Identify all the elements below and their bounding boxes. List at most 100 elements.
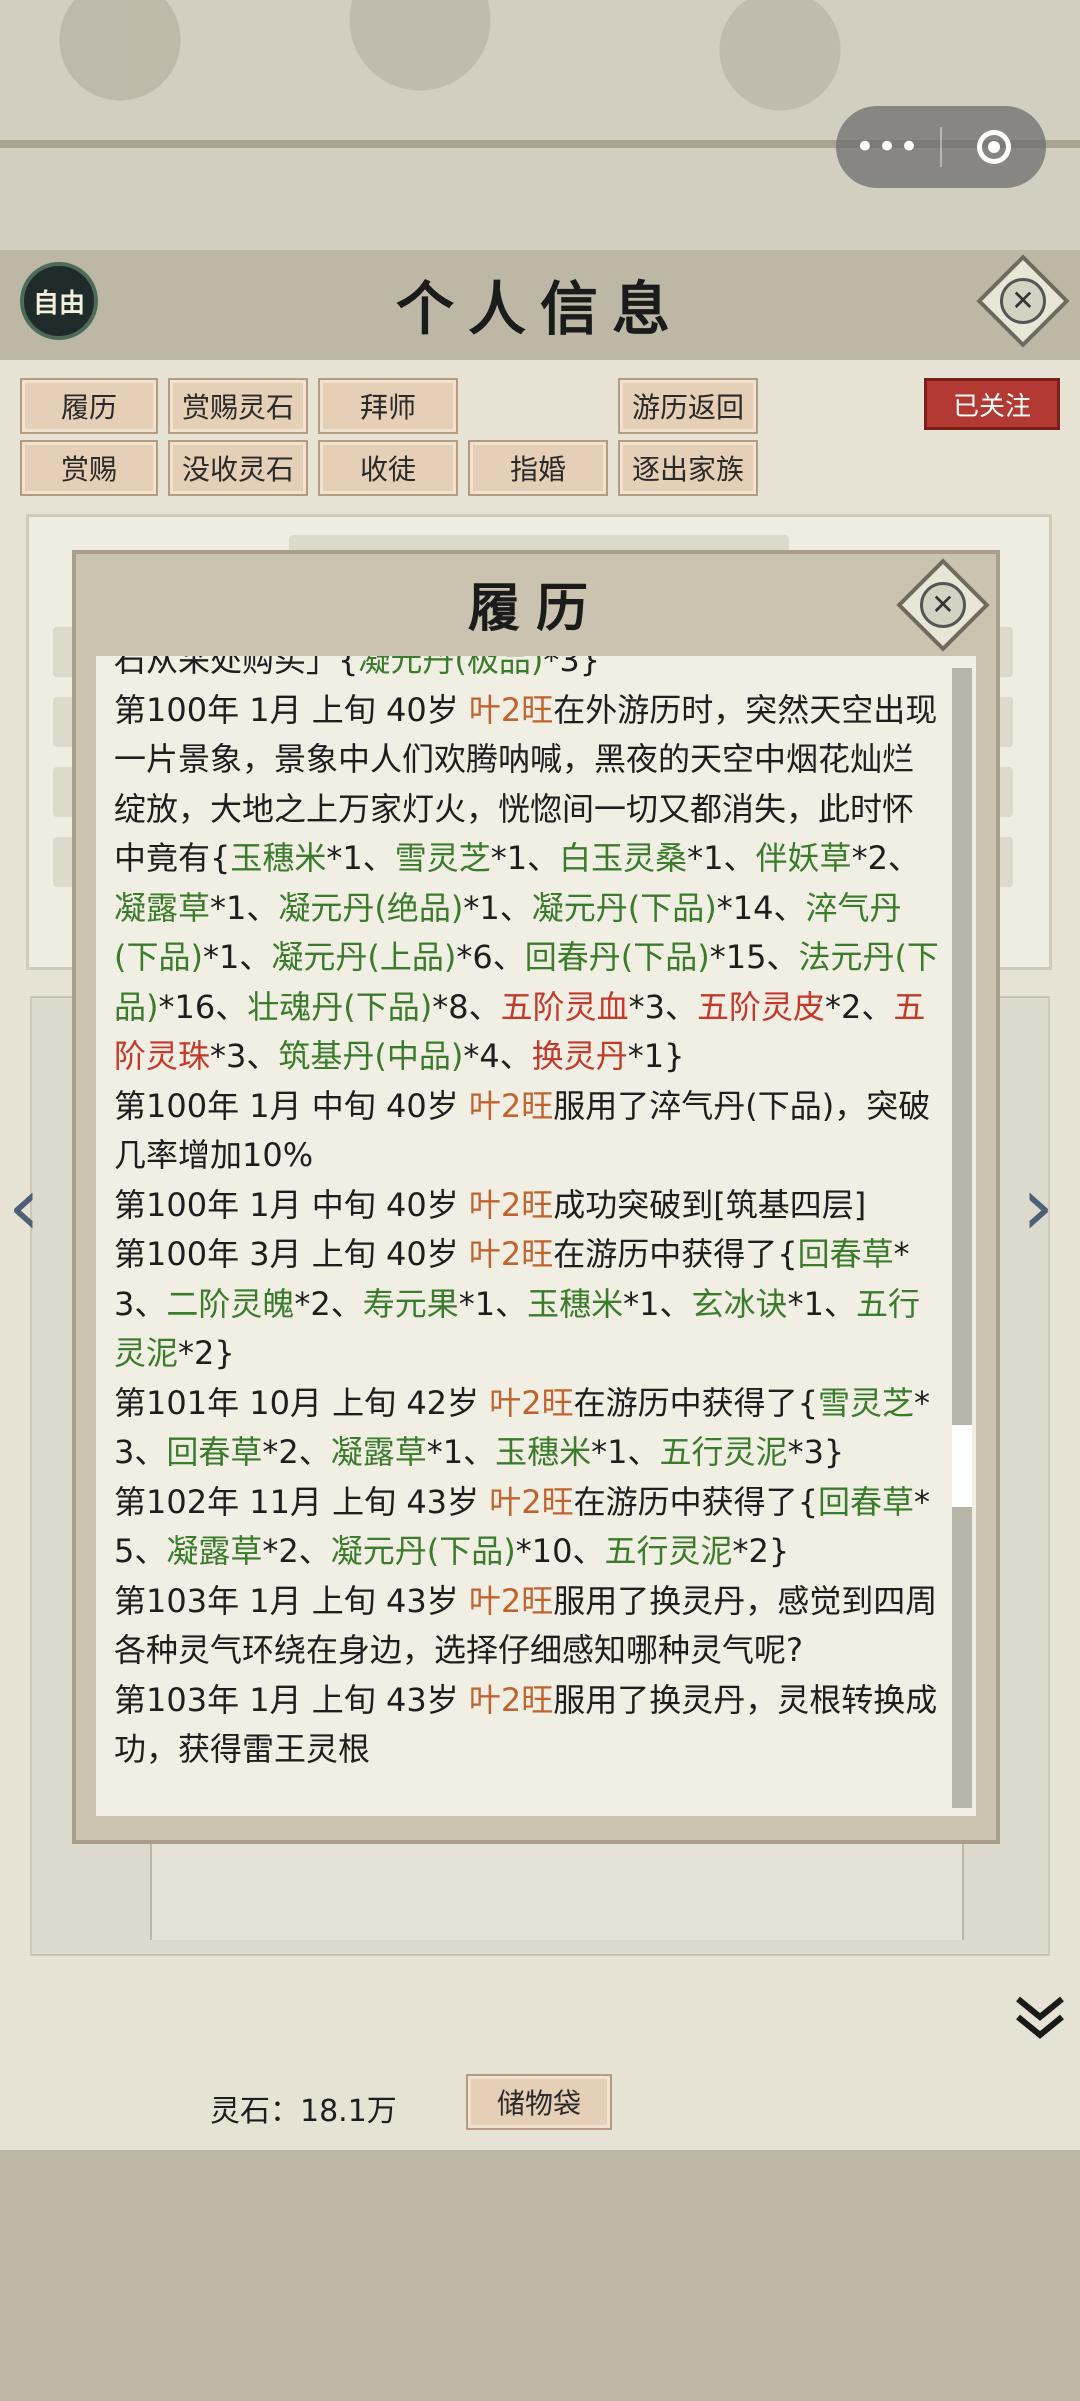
entry-text: *8、	[432, 987, 501, 1026]
item-name: 寿元果	[362, 1284, 459, 1323]
entry-text: 第102年 11月 上旬 43岁	[114, 1482, 490, 1521]
history-entry: 第101年 10月 上旬 42岁 叶2旺在游历中获得了{雪灵芝*3、回春草*2、…	[114, 1379, 940, 1478]
return-travel-button[interactable]: 游历返回	[618, 378, 758, 434]
close-icon: ✕	[1000, 278, 1046, 324]
item-name: 伴妖草	[755, 839, 852, 877]
entry-text: 第100年 3月 上旬 40岁	[114, 1235, 469, 1273]
entry-text: *1、	[687, 839, 756, 877]
entry-text: 在游历中获得了{	[573, 1482, 818, 1521]
history-entry: 第100年 3月 上旬 40岁 叶2旺在游历中获得了{回春草*3、二阶灵魄*2、…	[114, 1230, 940, 1379]
history-entry: 石从采处购买」{凝元丹(极品)*3}	[114, 656, 940, 686]
entry-text: 成功突破到[筑基四层]	[553, 1185, 867, 1224]
item-name: 壮魂丹(下品)	[247, 987, 433, 1026]
scrollbar-thumb[interactable]	[952, 1425, 972, 1507]
entry-text: 第100年 1月 上旬 40岁	[114, 690, 469, 729]
entry-text: *3、	[628, 987, 697, 1026]
item-name: 玉穗米	[527, 1284, 624, 1323]
character-name: 叶2旺	[468, 1680, 554, 1719]
double-chevron-down-icon[interactable]	[1010, 1985, 1070, 2045]
character-name: 叶2旺	[468, 690, 554, 729]
item-name: 五阶灵血	[500, 987, 629, 1026]
character-name: 叶2旺	[468, 1185, 554, 1224]
item-name: 玄冰诀	[691, 1284, 788, 1323]
entry-text: *3}	[543, 656, 601, 679]
item-name: 五行灵泥	[659, 1433, 788, 1471]
history-entry: 第103年 1月 上旬 43岁 叶2旺服用了换灵丹，感觉到四周各种灵气环绕在身边…	[114, 1577, 940, 1676]
entry-text: *1、	[490, 839, 560, 877]
item-name: 凝露草	[114, 888, 211, 927]
entry-text: *6、	[456, 938, 525, 976]
entry-text: *2、	[262, 1532, 331, 1570]
expel-family-button[interactable]: 逐出家族	[618, 440, 758, 496]
entry-text: *2}	[178, 1334, 235, 1372]
character-name: 叶2旺	[468, 1086, 554, 1125]
item-name: 五行灵泥	[604, 1532, 733, 1570]
entry-text: *2、	[825, 987, 894, 1026]
entry-text: *2、	[851, 839, 920, 877]
chevron-right-icon[interactable]: ›	[1022, 1160, 1054, 1253]
close-icon: ✕	[920, 582, 966, 628]
entry-text: *2、	[294, 1284, 363, 1323]
entry-text: 第103年 1月 上旬 43岁	[114, 1680, 469, 1719]
history-entry: 第100年 1月 上旬 40岁 叶2旺在外游历时，突然天空出现一片景象，景象中人…	[114, 686, 940, 1082]
entry-text: *3、	[210, 1037, 279, 1075]
entry-text: 第100年 1月 中旬 40岁	[114, 1185, 469, 1224]
character-name: 叶2旺	[468, 1235, 554, 1273]
entry-text: *1、	[623, 1284, 692, 1323]
character-name: 叶2旺	[489, 1482, 574, 1521]
item-name: 凝元丹(下品)	[330, 1532, 516, 1570]
take-disciple-button[interactable]: 收徒	[318, 440, 458, 496]
character-name: 叶2旺	[489, 1383, 574, 1422]
item-name: 凝元丹(绝品)	[278, 888, 464, 927]
chevron-left-icon[interactable]: ‹	[8, 1160, 40, 1253]
entry-text: *4、	[463, 1037, 532, 1075]
history-entry: 第100年 1月 中旬 40岁 叶2旺成功突破到[筑基四层]	[114, 1181, 940, 1231]
item-name: 凝露草	[330, 1433, 427, 1471]
entry-text: *1、	[463, 888, 532, 927]
entry-text: *3}	[787, 1433, 845, 1471]
item-name: 白玉灵桑	[559, 839, 688, 877]
history-log: 石从采处购买」{凝元丹(极品)*3} 第100年 1月 上旬 40岁 叶2旺在外游…	[114, 656, 940, 1775]
confiscate-stones-button[interactable]: 没收灵石	[168, 440, 308, 496]
item-name: 回春草	[166, 1433, 263, 1471]
spirit-stone-count: 灵石：18.1万	[210, 2094, 397, 2129]
history-log-panel[interactable]: 石从采处购买」{凝元丹(极品)*3} 第100年 1月 上旬 40岁 叶2旺在外游…	[96, 656, 976, 1816]
entry-text: *1、	[202, 938, 272, 976]
item-name: 回春草	[797, 1235, 894, 1273]
entry-text: 第101年 10月 上旬 42岁	[114, 1383, 490, 1422]
entry-text: 石从采处购买」{	[114, 656, 359, 679]
more-dots-icon[interactable]: •••	[836, 127, 940, 167]
entry-text: *10、	[515, 1532, 605, 1570]
item-name: 凝元丹(极品)	[358, 656, 544, 679]
reward-button[interactable]: 赏赐	[20, 440, 158, 496]
entry-text: *15、	[709, 938, 799, 976]
entry-text: *14、	[716, 888, 806, 927]
target-icon[interactable]	[942, 130, 1046, 164]
entry-text: *1、	[591, 1433, 660, 1471]
entry-text: *2}	[732, 1532, 790, 1570]
apprentice-button[interactable]: 拜师	[318, 378, 458, 434]
entry-text: 在游历中获得了{	[573, 1383, 818, 1422]
item-name: 雪灵芝	[394, 839, 491, 877]
history-entry: 第102年 11月 上旬 43岁 叶2旺在游历中获得了{回春草*5、凝露草*2、…	[114, 1478, 940, 1577]
item-name: 凝露草	[166, 1532, 263, 1570]
item-name: 回春丹(下品)	[524, 938, 710, 976]
item-name: 玉穗米	[495, 1433, 592, 1471]
storage-bag-button[interactable]: 储物袋	[466, 2074, 612, 2130]
followed-badge[interactable]: 已关注	[924, 378, 1060, 430]
scrollbar-track[interactable]	[952, 668, 972, 1808]
entry-text: 第100年 1月 中旬 40岁	[114, 1086, 469, 1125]
history-entry: 第100年 1月 中旬 40岁 叶2旺服用了淬气丹(下品)，突破几率增加10%	[114, 1082, 940, 1181]
arrange-marriage-button[interactable]: 指婚	[468, 440, 608, 496]
character-name: 叶2旺	[468, 1581, 554, 1620]
entry-text: *1}	[627, 1037, 685, 1075]
history-entry: 第103年 1月 上旬 43岁 叶2旺服用了换灵丹，灵根转换成功，获得雷王灵根	[114, 1676, 940, 1775]
entry-text: *16、	[158, 987, 248, 1026]
item-name: 凝元丹(上品)	[271, 938, 457, 976]
history-button[interactable]: 履历	[20, 378, 158, 434]
mini-program-capsule[interactable]: •••	[836, 106, 1046, 188]
reward-stones-button[interactable]: 赏赐灵石	[168, 378, 308, 434]
item-name: 回春草	[817, 1482, 914, 1521]
entry-text: *1、	[458, 1284, 528, 1323]
item-name: 换灵丹	[531, 1037, 628, 1075]
